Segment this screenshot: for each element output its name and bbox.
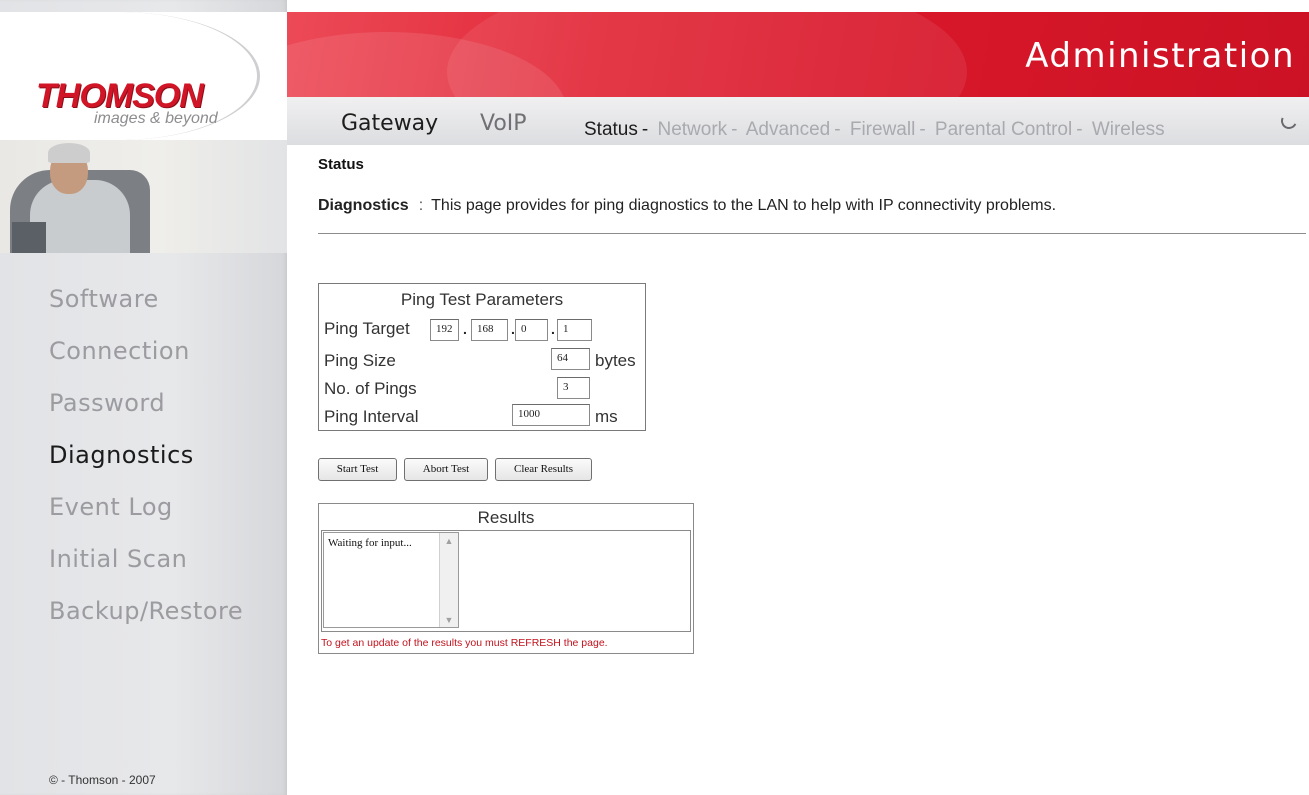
header-photo bbox=[0, 140, 287, 253]
subnav-separator: - bbox=[834, 119, 841, 140]
results-textarea[interactable]: Waiting for input... ▲ ▼ bbox=[323, 532, 459, 628]
subnav-parental-control[interactable]: Parental Control bbox=[935, 119, 1072, 140]
ping-target-octet-2[interactable]: 168 bbox=[471, 319, 508, 341]
subnav-advanced[interactable]: Advanced bbox=[746, 119, 831, 140]
divider bbox=[318, 233, 1306, 234]
ping-size-input[interactable]: 64 bbox=[551, 348, 590, 370]
ping-count-label: No. of Pings bbox=[324, 379, 417, 398]
description-text: This page provides for ping diagnostics … bbox=[431, 197, 1057, 214]
photo-laptop-shape bbox=[12, 222, 46, 253]
ping-count-input[interactable]: 3 bbox=[557, 377, 590, 399]
subnav-network[interactable]: Network bbox=[657, 119, 727, 140]
subnav-status[interactable]: Status bbox=[584, 119, 638, 140]
subnav-separator: - bbox=[1076, 119, 1083, 140]
desc-colon: : bbox=[418, 197, 424, 214]
refresh-note: To get an update of the results you must… bbox=[321, 637, 608, 649]
subnav-firewall[interactable]: Firewall bbox=[850, 119, 915, 140]
ping-target-label: Ping Target bbox=[324, 319, 410, 338]
start-test-button[interactable]: Start Test bbox=[318, 458, 397, 481]
ping-size-label: Ping Size bbox=[324, 351, 396, 370]
ping-interval-label: Ping Interval bbox=[324, 407, 419, 426]
sidebar-nav: Software Connection Password Diagnostics… bbox=[0, 282, 287, 646]
ping-test-parameters-panel: Ping Test Parameters Ping Target 192 . 1… bbox=[318, 283, 646, 431]
page-description: Diagnostics: This page provides for ping … bbox=[318, 197, 1056, 215]
clear-results-button[interactable]: Clear Results bbox=[495, 458, 592, 481]
subnav-wireless[interactable]: Wireless bbox=[1092, 119, 1165, 140]
banner-swoosh bbox=[447, 12, 967, 97]
sidebar-item-initial-scan[interactable]: Initial Scan bbox=[0, 542, 287, 594]
left-column: THOMSON images & beyond Software Connect… bbox=[0, 0, 287, 795]
page-name: Diagnostics bbox=[318, 197, 409, 214]
scroll-up-icon[interactable]: ▲ bbox=[443, 536, 455, 546]
results-area: Waiting for input... ▲ ▼ bbox=[321, 530, 691, 632]
abort-test-button[interactable]: Abort Test bbox=[404, 458, 488, 481]
sidebar-item-password[interactable]: Password bbox=[0, 386, 287, 438]
sidebar-item-event-log[interactable]: Event Log bbox=[0, 490, 287, 542]
header-banner: Administration bbox=[287, 12, 1309, 97]
loading-spinner-icon bbox=[1278, 110, 1300, 132]
logo-area: THOMSON images & beyond bbox=[0, 12, 287, 140]
subnav-separator: - bbox=[919, 119, 926, 140]
ping-interval-input[interactable]: 1000 bbox=[512, 404, 590, 426]
sub-nav: Status - Network - Advanced - Firewall - Par… bbox=[584, 119, 1165, 141]
top-navbar: Gateway VoIP Status - Network - Advanced - … bbox=[287, 97, 1309, 145]
photo-hair-shape bbox=[48, 143, 90, 163]
ping-target-octet-4[interactable]: 1 bbox=[557, 319, 592, 341]
sidebar-item-connection[interactable]: Connection bbox=[0, 334, 287, 386]
results-text: Waiting for input... bbox=[328, 537, 412, 549]
octet-separator: . bbox=[463, 321, 467, 337]
ping-target-octet-1[interactable]: 192 bbox=[430, 319, 459, 341]
section-heading: Status bbox=[318, 156, 364, 173]
tab-voip[interactable]: VoIP bbox=[480, 111, 527, 136]
tab-gateway[interactable]: Gateway bbox=[341, 111, 438, 136]
results-title: Results bbox=[477, 508, 535, 527]
octet-separator: . bbox=[551, 321, 555, 337]
copyright-text: © - Thomson - 2007 bbox=[49, 773, 156, 787]
ping-interval-unit: ms bbox=[595, 407, 618, 426]
sidebar-item-software[interactable]: Software bbox=[0, 282, 287, 334]
subnav-separator: - bbox=[641, 119, 649, 140]
ping-panel-title: Ping Test Parameters bbox=[400, 290, 564, 309]
sidebar-item-diagnostics[interactable]: Diagnostics bbox=[0, 438, 287, 490]
results-scrollbar[interactable]: ▲ ▼ bbox=[439, 533, 458, 627]
page-title: Administration bbox=[1025, 36, 1295, 76]
scroll-down-icon[interactable]: ▼ bbox=[443, 615, 455, 625]
results-panel: Results Waiting for input... ▲ ▼ To get … bbox=[318, 503, 694, 654]
logo-tagline: images & beyond bbox=[94, 110, 218, 127]
subnav-separator: - bbox=[731, 119, 738, 140]
ping-target-octet-3[interactable]: 0 bbox=[515, 319, 548, 341]
ping-size-unit: bytes bbox=[595, 351, 636, 370]
sidebar-item-backup-restore[interactable]: Backup/Restore bbox=[0, 594, 287, 646]
